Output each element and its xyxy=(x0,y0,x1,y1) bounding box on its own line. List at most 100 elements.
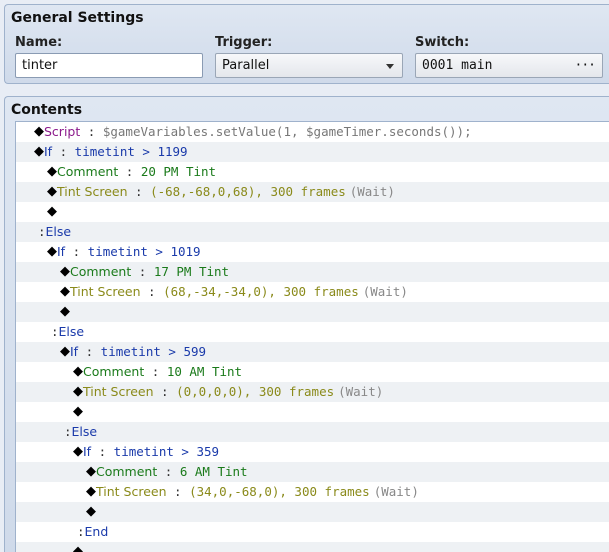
switch-label: Switch: xyxy=(415,35,470,50)
command-row[interactable]: ◆Comment : 10 AM Tint xyxy=(16,362,609,382)
command-name: Script xyxy=(44,124,81,139)
command-diamond-icon: ◆ xyxy=(60,304,70,319)
command-name: End xyxy=(84,524,109,539)
command-diamond-icon: ◆ xyxy=(73,444,83,459)
command-row[interactable]: ◆If : timetint > 359 xyxy=(16,442,609,462)
command-separator: : xyxy=(140,284,164,299)
chevron-down-icon xyxy=(386,64,394,69)
event-command-list[interactable]: ◆Script : $gameVariables.setValue(1, $ga… xyxy=(15,121,609,552)
command-argument: (0,0,0,0), 300 frames xyxy=(176,384,335,399)
command-argument: (34,0,-68,0), 300 frames xyxy=(189,484,370,499)
command-argument: (68,-34,-34,0), 300 frames xyxy=(163,284,359,299)
command-diamond-icon: ◆ xyxy=(47,204,57,219)
command-separator: : xyxy=(118,164,141,179)
command-separator: : xyxy=(153,384,177,399)
command-row[interactable]: ◆If : timetint > 1199 xyxy=(16,142,609,162)
command-row[interactable]: :Else xyxy=(16,422,609,442)
command-diamond-icon: ◆ xyxy=(47,164,57,179)
command-argument: $gameVariables.setValue(1, $gameTimer.se… xyxy=(102,124,472,139)
command-row[interactable]: ◆If : timetint > 599 xyxy=(16,342,609,362)
command-argument: timetint > 1199 xyxy=(74,144,188,159)
branch-colon: : xyxy=(64,424,72,439)
command-name: If xyxy=(57,244,66,259)
command-row[interactable]: ◆Tint Screen : (-68,-68,0,68), 300 frame… xyxy=(16,182,609,202)
command-diamond-icon: ◆ xyxy=(34,144,44,159)
command-name: If xyxy=(44,144,53,159)
command-diamond-icon: ◆ xyxy=(73,544,83,552)
wait-flag: (Wait) xyxy=(349,184,395,199)
command-diamond-icon: ◆ xyxy=(73,384,83,399)
command-diamond-icon: ◆ xyxy=(47,184,57,199)
command-argument: 6 AM Tint xyxy=(179,464,248,479)
trigger-select[interactable]: Parallel xyxy=(215,53,403,78)
name-input-value: tinter xyxy=(22,58,58,73)
contents-panel: Contents ◆Script : $gameVariables.setVal… xyxy=(4,96,609,552)
command-separator: : xyxy=(80,124,103,139)
name-input[interactable]: tinter xyxy=(15,53,203,78)
command-argument: (-68,-68,0,68), 300 frames xyxy=(150,184,346,199)
command-separator: : xyxy=(144,364,167,379)
command-row[interactable]: ◆Comment : 6 AM Tint xyxy=(16,462,609,482)
command-argument: timetint > 1019 xyxy=(87,244,201,259)
command-diamond-icon: ◆ xyxy=(86,504,96,519)
command-argument: 17 PM Tint xyxy=(153,264,230,279)
command-separator: : xyxy=(127,184,151,199)
command-row[interactable]: ◆ xyxy=(16,302,609,322)
command-argument: 10 AM Tint xyxy=(166,364,243,379)
command-name: Else xyxy=(45,224,72,239)
command-diamond-icon: ◆ xyxy=(60,344,70,359)
command-row[interactable]: :Else xyxy=(16,322,609,342)
command-row[interactable]: :End xyxy=(16,522,609,542)
command-row[interactable]: ◆Comment : 20 PM Tint xyxy=(16,162,609,182)
command-diamond-icon: ◆ xyxy=(73,404,83,419)
command-name: Comment xyxy=(96,464,158,479)
command-name: Comment xyxy=(83,364,145,379)
command-row[interactable]: ◆Tint Screen : (0,0,0,0), 300 frames (Wa… xyxy=(16,382,609,402)
wait-flag: (Wait) xyxy=(338,384,384,399)
command-separator: : xyxy=(131,264,154,279)
command-row[interactable]: ◆ xyxy=(16,202,609,222)
command-row[interactable]: ◆ xyxy=(16,502,609,522)
command-name: Tint Screen xyxy=(83,384,154,399)
command-diamond-icon: ◆ xyxy=(47,244,57,259)
command-row[interactable]: ◆If : timetint > 1019 xyxy=(16,242,609,262)
command-name: Comment xyxy=(57,164,119,179)
command-name: Tint Screen xyxy=(57,184,128,199)
command-separator: : xyxy=(91,444,114,459)
command-separator: : xyxy=(52,144,75,159)
command-diamond-icon: ◆ xyxy=(73,364,83,379)
command-separator: : xyxy=(166,484,190,499)
switch-browse-button[interactable]: ··· xyxy=(575,54,597,77)
command-row[interactable]: ◆ xyxy=(16,402,609,422)
general-settings-panel: General Settings Name: tinter Trigger: P… xyxy=(4,4,609,84)
command-row[interactable]: ◆Tint Screen : (68,-34,-34,0), 300 frame… xyxy=(16,282,609,302)
contents-title: Contents xyxy=(11,102,83,118)
command-row[interactable]: ◆Comment : 17 PM Tint xyxy=(16,262,609,282)
command-row[interactable]: ◆Tint Screen : (34,0,-68,0), 300 frames … xyxy=(16,482,609,502)
command-name: Else xyxy=(58,324,85,339)
command-argument: 20 PM Tint xyxy=(140,164,217,179)
trigger-select-value: Parallel xyxy=(222,58,270,73)
wait-flag: (Wait) xyxy=(362,284,408,299)
switch-select-value: 0001 main xyxy=(422,58,493,73)
command-argument: timetint > 359 xyxy=(113,444,220,459)
name-label: Name: xyxy=(15,35,63,50)
trigger-label: Trigger: xyxy=(215,35,273,50)
branch-colon: : xyxy=(77,524,85,539)
command-diamond-icon: ◆ xyxy=(60,264,70,279)
command-name: Tint Screen xyxy=(96,484,167,499)
command-diamond-icon: ◆ xyxy=(34,124,44,139)
command-name: Tint Screen xyxy=(70,284,141,299)
switch-select[interactable]: 0001 main ··· xyxy=(415,53,603,78)
command-argument: timetint > 599 xyxy=(100,344,207,359)
command-separator: : xyxy=(157,464,180,479)
command-name: Comment xyxy=(70,264,132,279)
command-name: Else xyxy=(71,424,98,439)
command-row[interactable]: ◆ xyxy=(16,542,609,552)
command-diamond-icon: ◆ xyxy=(86,484,96,499)
wait-flag: (Wait) xyxy=(373,484,419,499)
command-diamond-icon: ◆ xyxy=(60,284,70,299)
command-row[interactable]: ◆Script : $gameVariables.setValue(1, $ga… xyxy=(16,122,609,142)
command-separator: : xyxy=(65,244,88,259)
command-row[interactable]: :Else xyxy=(16,222,609,242)
